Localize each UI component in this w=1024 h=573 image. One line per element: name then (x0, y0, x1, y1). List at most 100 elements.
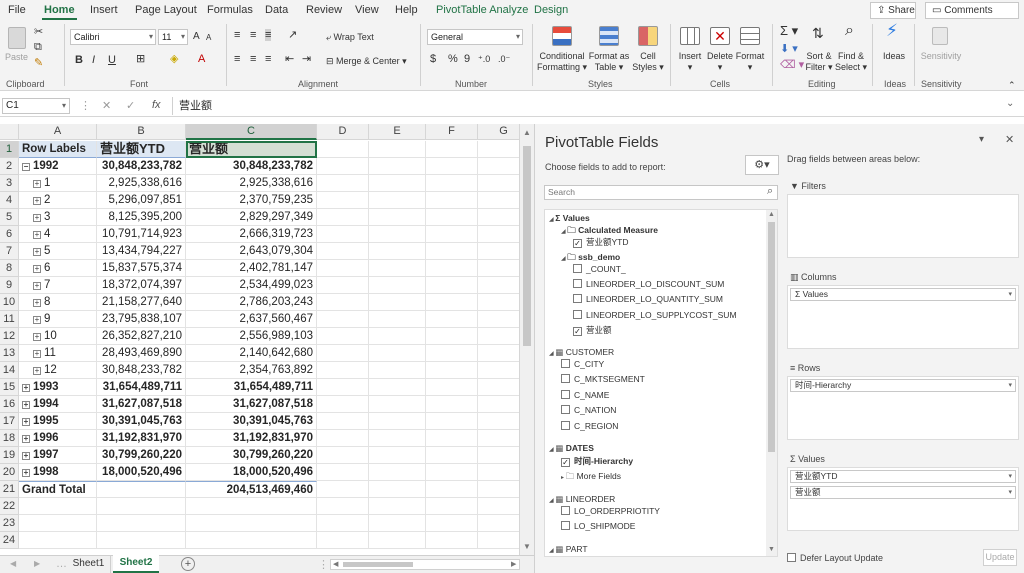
cell-empty[interactable] (317, 464, 369, 481)
cell-empty[interactable] (317, 192, 369, 209)
delete-cells-icon[interactable]: ✕ (710, 27, 730, 45)
cell-b4[interactable]: 5,296,097,851 (97, 192, 186, 209)
cell-empty[interactable] (478, 192, 519, 209)
cell-empty[interactable] (369, 413, 426, 430)
cell-c17[interactable]: 30,391,045,763 (186, 413, 317, 430)
cell-empty[interactable] (369, 294, 426, 311)
cell-empty[interactable] (478, 158, 519, 175)
cell-empty[interactable] (426, 141, 478, 158)
share-button[interactable]: ⇪ Share (870, 2, 916, 19)
expand-icon[interactable]: + (22, 418, 30, 426)
expand-icon[interactable]: + (33, 214, 41, 222)
field-checkbox[interactable]: LO_SHIPMODE (561, 521, 635, 532)
cell-empty[interactable] (369, 141, 426, 158)
field-checkbox[interactable]: ✓ 营业额YTD (573, 237, 629, 248)
cell-empty[interactable] (426, 328, 478, 345)
checkbox-icon[interactable] (561, 506, 570, 515)
cell-c22[interactable] (186, 498, 317, 515)
cell-empty[interactable] (369, 447, 426, 464)
align-right-icon[interactable]: ≡ (265, 53, 271, 65)
next-sheet-icon[interactable]: ▶ (34, 559, 40, 568)
scroll-down-icon[interactable]: ▼ (523, 542, 531, 551)
paste-button[interactable]: Paste (5, 52, 28, 63)
row-header[interactable]: 5 (0, 209, 19, 226)
name-box[interactable]: C1 ▾ (2, 98, 70, 114)
row-header[interactable]: 7 (0, 243, 19, 260)
tab-formulas[interactable]: Formulas (207, 4, 253, 16)
cell-empty[interactable] (478, 362, 519, 379)
checkbox-icon[interactable] (561, 421, 570, 430)
columns-field-values[interactable]: Σ Values ▾ (790, 288, 1016, 301)
cell-a13[interactable]: +11 (19, 345, 97, 362)
increase-font-icon[interactable]: A (193, 31, 200, 43)
cell-b3[interactable]: 2,925,338,616 (97, 175, 186, 192)
row-header[interactable]: 8 (0, 260, 19, 277)
ideas-icon[interactable]: ⚡ (886, 22, 898, 39)
scrollbar-thumb[interactable] (768, 222, 775, 452)
cell-empty[interactable] (369, 260, 426, 277)
cell-empty[interactable] (478, 243, 519, 260)
cell-empty[interactable] (478, 277, 519, 294)
scroll-up-icon[interactable]: ▲ (523, 128, 531, 137)
sheet-tab-sheet1[interactable]: Sheet1 (67, 556, 111, 573)
cell-empty[interactable] (369, 379, 426, 396)
row-header[interactable]: 17 (0, 413, 19, 430)
field-table[interactable]: ◢ ▦ PART (549, 544, 588, 556)
cell-a1[interactable]: Row Labels ▾ (19, 141, 97, 158)
cell-b6[interactable]: 10,791,714,923 (97, 226, 186, 243)
checkbox-icon[interactable] (573, 310, 582, 319)
conditional-formatting-icon[interactable] (552, 26, 572, 46)
field-checkbox[interactable]: _COUNT_ (573, 264, 626, 275)
cell-a14[interactable]: +12 (19, 362, 97, 379)
cell-empty[interactable] (369, 464, 426, 481)
cell-empty[interactable] (478, 294, 519, 311)
cell-empty[interactable] (369, 430, 426, 447)
cell-c23[interactable] (186, 515, 317, 532)
column-header-d[interactable]: D (317, 124, 369, 140)
cell-empty[interactable] (426, 192, 478, 209)
cell-empty[interactable] (369, 328, 426, 345)
cell-a7[interactable]: +5 (19, 243, 97, 260)
expand-icon[interactable]: + (22, 469, 30, 477)
cell-empty[interactable] (426, 260, 478, 277)
find-select-icon[interactable]: ⌕ (845, 23, 854, 39)
field-checkbox[interactable]: C_CITY (561, 359, 604, 370)
row-header[interactable]: 10 (0, 294, 19, 311)
scroll-down-icon[interactable]: ▼ (768, 546, 775, 553)
expand-icon[interactable]: + (33, 231, 41, 239)
enter-icon[interactable]: ✓ (126, 99, 135, 112)
cell-empty[interactable] (426, 396, 478, 413)
cell-a20[interactable]: +1998 (19, 464, 97, 481)
cell-empty[interactable] (426, 311, 478, 328)
decrease-font-icon[interactable]: A (206, 32, 211, 44)
decrease-indent-icon[interactable]: ⇤ (285, 53, 294, 65)
cell-empty[interactable] (478, 260, 519, 277)
values-field-revenue[interactable]: 营业额 ▾ (790, 486, 1016, 499)
update-button[interactable]: Update (983, 549, 1017, 566)
cell-empty[interactable] (478, 464, 519, 481)
field-checkbox[interactable]: ✓ 时间-Hierarchy (561, 456, 633, 467)
row-header[interactable]: 15 (0, 379, 19, 396)
expand-icon[interactable]: + (33, 282, 41, 290)
font-size-select[interactable]: 11 ▾ (158, 29, 188, 45)
prev-sheet-icon[interactable]: ◀ (10, 559, 16, 568)
cell-b15[interactable]: 31,654,489,711 (97, 379, 186, 396)
fill-icon[interactable]: ⬇ ▾ (780, 43, 798, 55)
expand-icon[interactable]: + (33, 316, 41, 324)
cell-a6[interactable]: +4 (19, 226, 97, 243)
cut-icon[interactable]: ✂ (34, 26, 43, 38)
expand-icon[interactable]: + (22, 384, 30, 392)
expand-icon[interactable]: + (33, 197, 41, 205)
more-sheets-icon[interactable]: … (56, 558, 67, 570)
cell-empty[interactable] (478, 532, 519, 549)
expand-icon[interactable]: + (22, 435, 30, 443)
cell-c24[interactable] (186, 532, 317, 549)
checkbox-icon[interactable] (561, 390, 570, 399)
checkbox-icon[interactable] (561, 374, 570, 383)
row-header[interactable]: 18 (0, 430, 19, 447)
insert-cells-button[interactable]: Insert ▾ (676, 51, 704, 73)
cell-c13[interactable]: 2,140,642,680 (186, 345, 317, 362)
sort-filter-button[interactable]: Sort & Filter ▾ (803, 51, 835, 73)
tab-help[interactable]: Help (395, 4, 418, 16)
scrollbar-thumb[interactable] (523, 146, 531, 346)
